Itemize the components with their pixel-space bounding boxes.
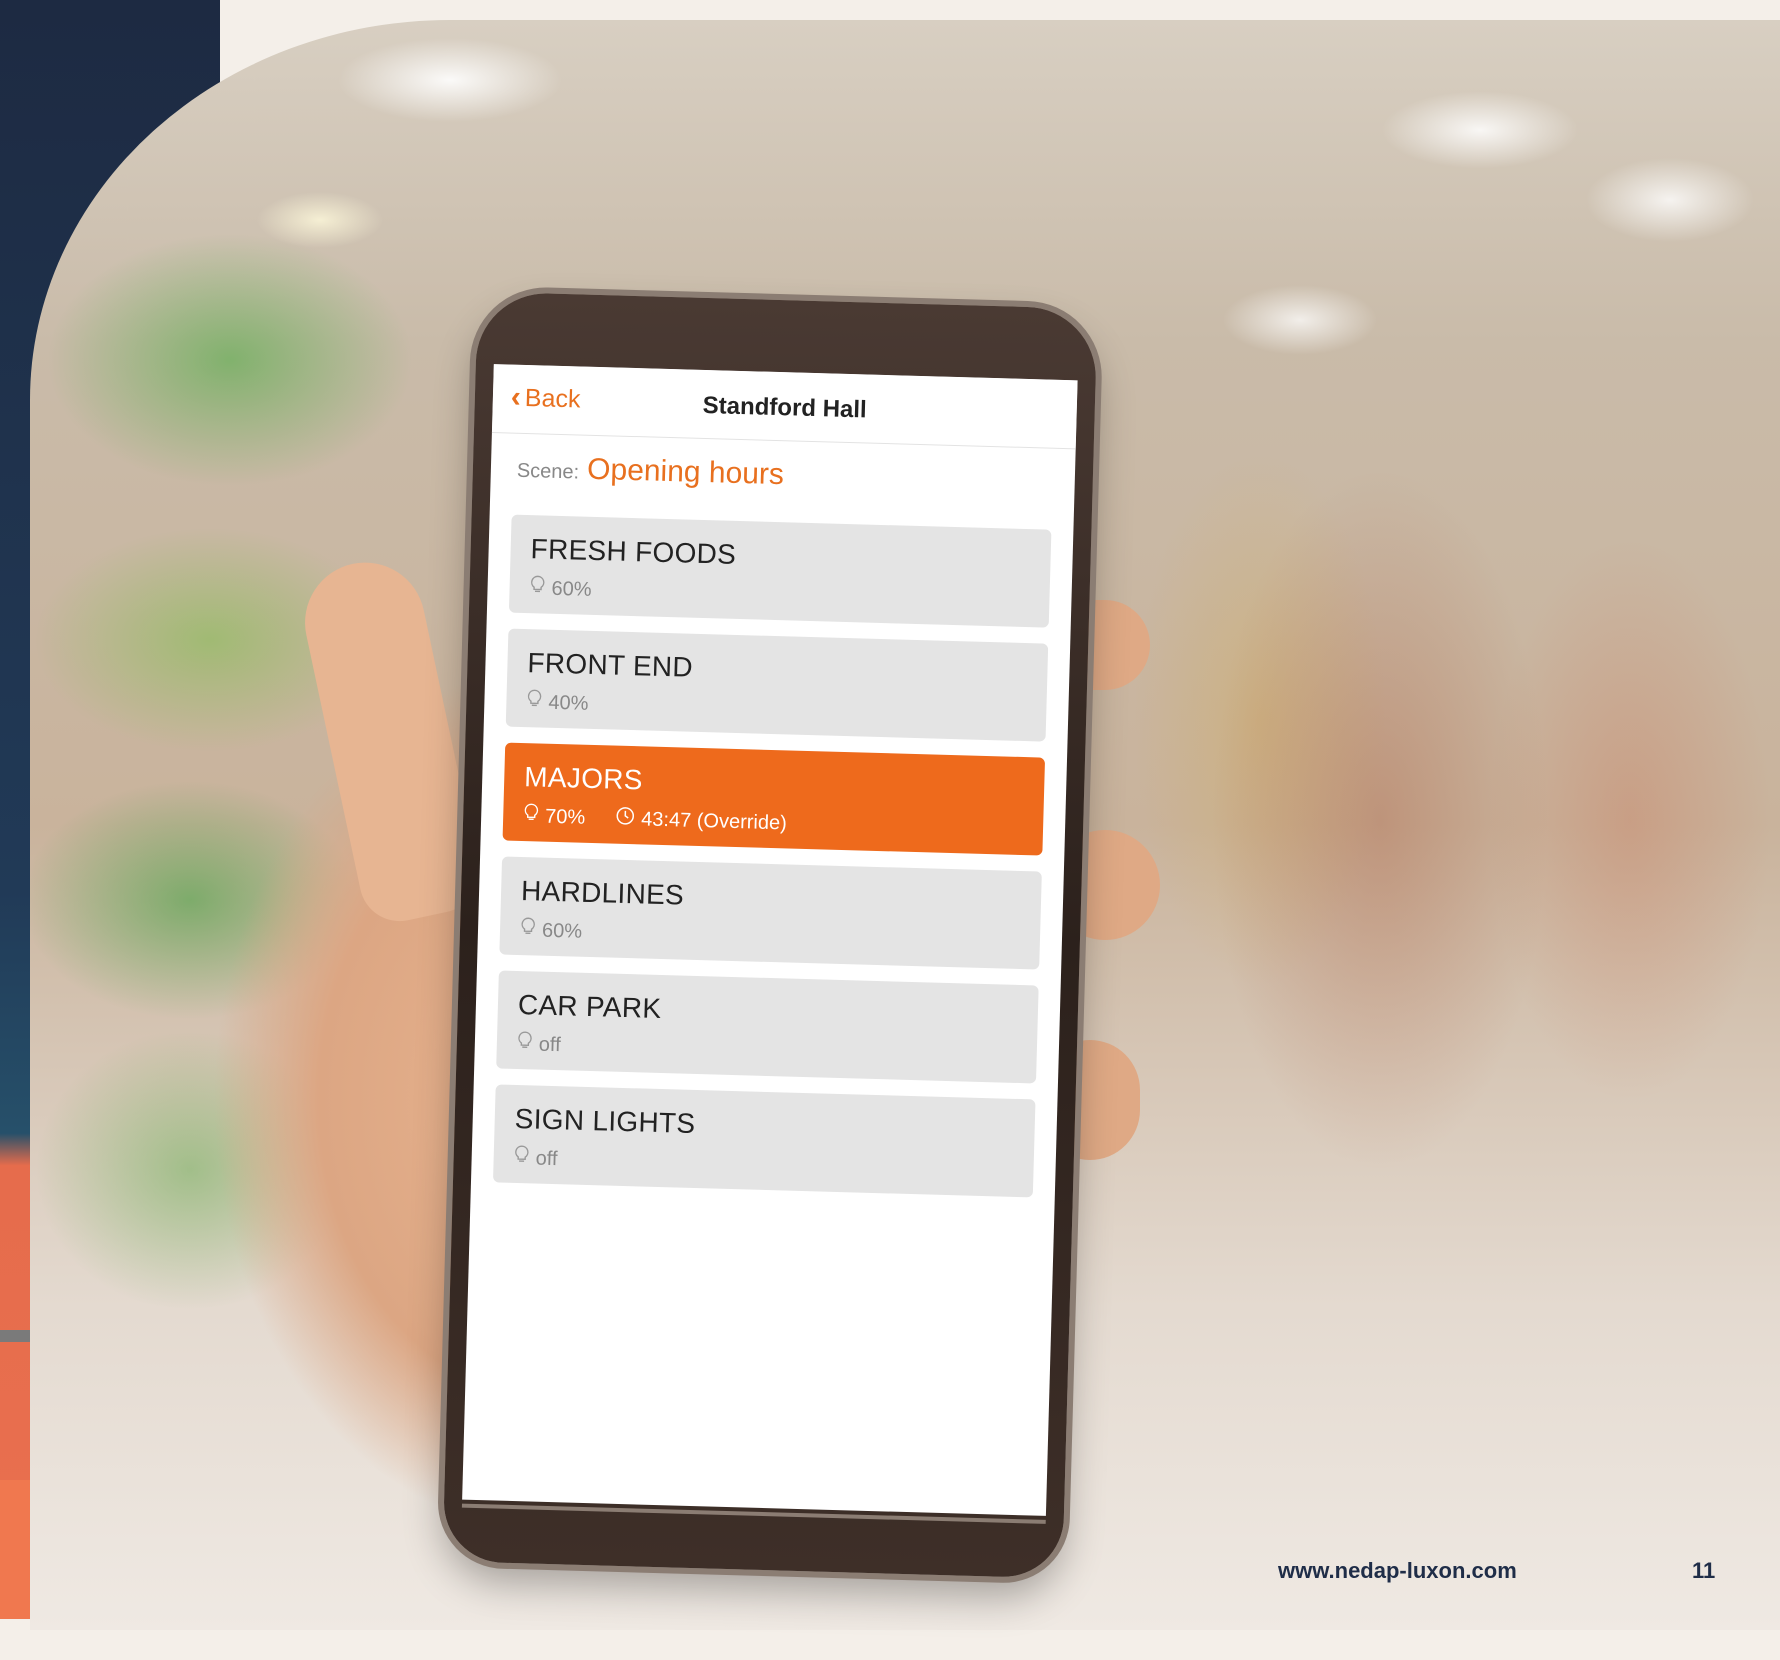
phone: ‹ Back Standford Hall Scene: Opening hou… (442, 292, 1097, 1579)
zone-row[interactable]: HARDLINES 60% (499, 856, 1042, 969)
zone-meta: 70% 43:47 (Override) (523, 803, 787, 836)
zone-row[interactable]: SIGN LIGHTS off (493, 1084, 1036, 1197)
zone-meta: off (516, 1031, 561, 1058)
page-number: 11 (1692, 1558, 1715, 1584)
zone-meta: 40% (526, 689, 589, 717)
zone-name: FRESH FOODS (530, 533, 736, 571)
lightbulb-icon (526, 689, 543, 715)
zone-level-value: 70% (545, 805, 586, 829)
scene-selector[interactable]: Scene: Opening hours (516, 451, 784, 492)
clock-icon (615, 806, 636, 833)
zone-meta: 60% (529, 575, 592, 603)
scene-value: Opening hours (587, 453, 785, 492)
zone-meta: off (513, 1145, 558, 1172)
zone-list: FRESH FOODS 60% FRONT END 40% MAJORS 70% 43:47… (493, 515, 1052, 1214)
zone-level: 60% (529, 575, 592, 603)
lightbulb-icon (516, 1031, 533, 1057)
page-title: Standford Hall (492, 386, 1077, 430)
zone-meta: 60% (520, 917, 583, 945)
zone-level-value: 40% (548, 691, 589, 715)
zone-level: off (513, 1145, 558, 1172)
zone-row[interactable]: FRONT END 40% (506, 629, 1049, 742)
scene-label: Scene: (517, 460, 580, 485)
zone-name: CAR PARK (518, 989, 662, 1025)
zone-level-value: 60% (551, 577, 592, 601)
zone-level: 70% (523, 803, 586, 831)
zone-row[interactable]: FRESH FOODS 60% (509, 515, 1052, 628)
lightbulb-icon (529, 575, 546, 601)
zone-level: 60% (520, 917, 583, 945)
zone-timer: 43:47 (Override) (615, 806, 787, 837)
footer-url: www.nedap-luxon.com (1278, 1558, 1517, 1584)
lightbulb-icon (523, 803, 540, 829)
zone-name: HARDLINES (521, 875, 685, 912)
lightbulb-icon (513, 1145, 530, 1171)
zone-row[interactable]: CAR PARK off (496, 970, 1039, 1083)
zone-level-value: off (539, 1033, 562, 1057)
lightbulb-icon (520, 917, 537, 943)
app-screen: ‹ Back Standford Hall Scene: Opening hou… (462, 364, 1077, 1516)
zone-level: off (516, 1031, 561, 1058)
zone-name: MAJORS (524, 761, 643, 796)
zone-level-value: 60% (542, 919, 583, 943)
zone-name: FRONT END (527, 647, 693, 684)
zone-timer-value: 43:47 (Override) (641, 808, 787, 835)
zone-name: SIGN LIGHTS (514, 1103, 695, 1140)
nav-bar: ‹ Back Standford Hall (492, 364, 1078, 449)
zone-level: 40% (526, 689, 589, 717)
zone-level-value: off (535, 1147, 558, 1171)
zone-row[interactable]: MAJORS 70% 43:47 (Override) (503, 743, 1046, 856)
